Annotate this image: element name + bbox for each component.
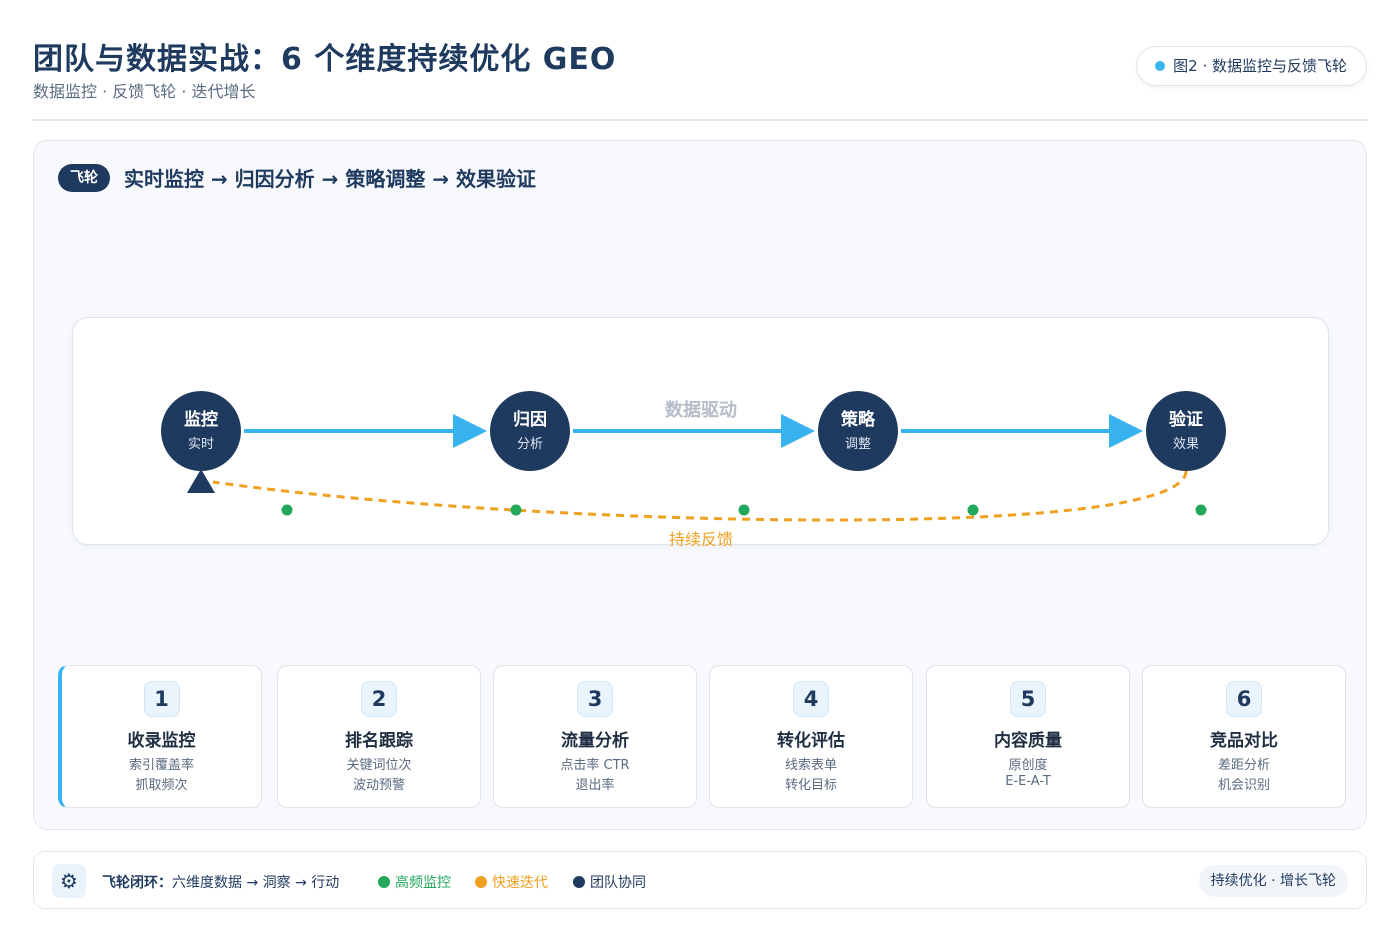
flow-arrow-head bbox=[781, 414, 815, 448]
header-divider bbox=[33, 119, 1367, 121]
loop-label: 飞轮闭环： bbox=[102, 875, 172, 891]
flow-arrow-head bbox=[453, 414, 487, 448]
legend-label: 高频监控 bbox=[395, 875, 451, 891]
flow-center-label: 数据驱动 bbox=[665, 399, 737, 421]
flow-node-subtitle: 效果 bbox=[1173, 437, 1199, 452]
header: 团队与数据实战：6 个维度持续优化 GEO 数据监控 · 反馈飞轮 · 迭代增长… bbox=[33, 30, 1367, 120]
dimension-metric: 抓取频次 bbox=[135, 778, 188, 793]
dimension-card: 6 竞品对比差距分析机会识别 bbox=[1142, 665, 1346, 808]
dimension-card: 4 转化评估线索表单转化目标 bbox=[709, 665, 913, 808]
feedback-marker bbox=[1195, 504, 1207, 516]
dimension-title: 转化评估 bbox=[777, 731, 845, 751]
page-subtitle: 数据监控 · 反馈飞轮 · 迭代增长 bbox=[33, 82, 256, 101]
dimension-title: 流量分析 bbox=[561, 731, 629, 751]
flow-node-title: 归因 bbox=[513, 409, 547, 430]
legend-dot-icon bbox=[475, 876, 487, 888]
flow-node-subtitle: 调整 bbox=[845, 437, 871, 452]
dimension-metric: 转化目标 bbox=[784, 778, 837, 793]
flywheel-diagram-box: 数据驱动持续反馈 监控实时 归因分析 策略调整 验证效果 bbox=[72, 317, 1329, 546]
flow-node bbox=[490, 391, 570, 471]
flow-node-title: 监控 bbox=[184, 409, 218, 430]
legend-dot-icon bbox=[378, 876, 390, 888]
legend-label: 快速迭代 bbox=[492, 875, 548, 891]
feedback-marker bbox=[510, 504, 522, 516]
dimension-metric: E-E-A-T bbox=[1005, 774, 1051, 789]
dimension-card: 3 流量分析点击率 CTR 退出率 bbox=[493, 665, 697, 808]
loop-summary: 飞轮闭环：六维度数据 → 洞察 → 行动 bbox=[102, 872, 339, 892]
dimension-number: 2 bbox=[361, 681, 397, 717]
flow-node-title: 验证 bbox=[1169, 409, 1203, 430]
dimension-metric: 波动预警 bbox=[352, 778, 405, 793]
dimension-title: 竞品对比 bbox=[1210, 731, 1278, 751]
dimension-metric: 原创度 bbox=[1008, 758, 1048, 773]
dimension-title: 内容质量 bbox=[994, 731, 1062, 751]
legend-team-collab: 团队协同 bbox=[573, 872, 646, 892]
flow-node-title: 策略 bbox=[841, 409, 876, 430]
dimension-number: 3 bbox=[577, 681, 613, 717]
flywheel-tag: 飞轮 bbox=[58, 164, 110, 192]
footer-bar: ⚙ 飞轮闭环：六维度数据 → 洞察 → 行动 高频监控 快速迭代 团队协同 持续… bbox=[33, 851, 1367, 909]
feedback-marker bbox=[967, 504, 979, 516]
dimension-metric: 退出率 bbox=[575, 778, 615, 793]
main-panel: 飞轮 实时监控 → 归因分析 → 策略调整 → 效果验证 数据驱动持续反馈 监控实… bbox=[33, 140, 1367, 830]
flow-arrow-head bbox=[1109, 414, 1143, 448]
legend-fast-iteration: 快速迭代 bbox=[475, 872, 548, 892]
dimension-metric: 点击率 CTR bbox=[560, 758, 630, 773]
legend-high-frequency: 高频监控 bbox=[378, 872, 451, 892]
feedback-arrow-head bbox=[187, 469, 215, 493]
dimension-card: 2 排名跟踪关键词位次波动预警 bbox=[277, 665, 481, 808]
legend-dot-icon bbox=[573, 876, 585, 888]
feedback-curve bbox=[212, 470, 1188, 522]
feedback-marker bbox=[738, 504, 750, 516]
flow-node bbox=[818, 391, 898, 471]
legend-label: 团队协同 bbox=[590, 875, 646, 891]
dimension-metric: 索引覆盖率 bbox=[128, 758, 194, 773]
dimension-metric: 差距分析 bbox=[1217, 758, 1270, 773]
figure-dot-icon bbox=[1155, 61, 1166, 71]
dimension-title: 收录监控 bbox=[127, 731, 196, 751]
dimension-number: 4 bbox=[793, 681, 829, 717]
feedback-marker bbox=[281, 504, 293, 516]
figure-label-badge: 图2 · 数据监控与反馈飞轮 bbox=[1136, 46, 1367, 86]
figure-label: 图2 · 数据监控与反馈飞轮 bbox=[1173, 57, 1347, 75]
page-title: 团队与数据实战：6 个维度持续优化 GEO bbox=[33, 42, 617, 77]
flow-node-subtitle: 分析 bbox=[517, 437, 543, 452]
dimension-metric: 线索表单 bbox=[784, 758, 837, 773]
dimension-title: 排名跟踪 bbox=[345, 731, 413, 751]
gear-icon: ⚙ bbox=[52, 864, 86, 898]
flow-title: 实时监控 → 归因分析 → 策略调整 → 效果验证 bbox=[124, 167, 537, 191]
footer-badge: 持续优化 · 增长飞轮 bbox=[1198, 865, 1348, 897]
dimension-card: 1 收录监控索引覆盖率抓取频次 bbox=[58, 665, 262, 808]
dimension-number: 5 bbox=[1010, 681, 1046, 717]
flow-node bbox=[1146, 391, 1226, 471]
dimension-card: 5 内容质量原创度 E-E-A-T bbox=[926, 665, 1130, 808]
dimension-number: 1 bbox=[143, 681, 180, 717]
dimension-metric: 机会识别 bbox=[1217, 778, 1270, 793]
feedback-label: 持续反馈 bbox=[669, 530, 733, 546]
loop-text: 六维度数据 → 洞察 → 行动 bbox=[172, 875, 340, 891]
dimension-number: 6 bbox=[1226, 681, 1262, 717]
flywheel-diagram: 数据驱动持续反馈 监控实时 归因分析 策略调整 验证效果 bbox=[161, 391, 1226, 546]
dimension-metric: 关键词位次 bbox=[346, 758, 412, 773]
flow-node-subtitle: 实时 bbox=[188, 437, 214, 452]
flow-node bbox=[161, 391, 241, 471]
